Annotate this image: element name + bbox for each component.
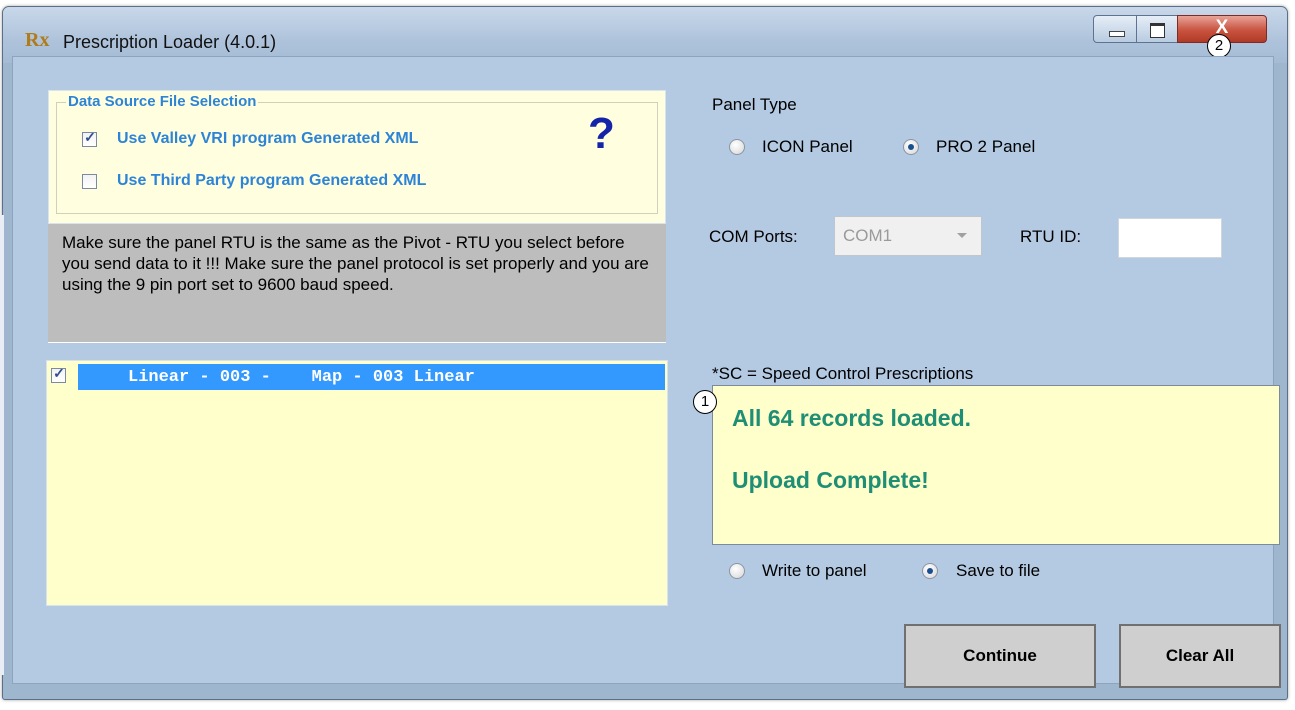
data-source-groupbox (56, 102, 658, 214)
icon-panel-radio[interactable] (729, 139, 745, 155)
list-item-checkbox[interactable]: ✓ (51, 365, 66, 383)
third-party-checkbox[interactable] (82, 174, 97, 189)
window-edge-highlight (0, 215, 4, 675)
vri-option-label[interactable]: Use Valley VRI program Generated XML (117, 130, 418, 148)
sc-note: *SC = Speed Control Prescriptions (712, 364, 974, 383)
clear-all-button[interactable]: Clear All (1119, 624, 1281, 688)
callout-1: 1 (693, 390, 717, 414)
rtu-id-input[interactable] (1118, 218, 1222, 258)
checkmark-icon: ✓ (84, 129, 96, 145)
rtu-id-label: RTU ID: (1020, 227, 1082, 246)
data-source-legend: Data Source File Selection (66, 93, 259, 110)
status-upload-complete: Upload Complete! (732, 467, 929, 493)
com-ports-dropdown[interactable]: COM1 (834, 216, 982, 256)
minimize-button[interactable] (1093, 15, 1137, 43)
status-records-loaded: All 64 records loaded. (732, 405, 972, 431)
title-bar[interactable]: Rx Prescription Loader (4.0.1) X (3, 7, 1287, 63)
warning-text: Make sure the panel RTU is the same as t… (62, 233, 649, 294)
callout-2: 2 (1207, 34, 1231, 58)
list-item-label[interactable]: Linear - 003 - Map - 003 Linear (128, 368, 475, 387)
write-to-panel-radio[interactable] (729, 563, 745, 579)
maximize-icon (1150, 23, 1165, 38)
third-party-option-label[interactable]: Use Third Party program Generated XML (117, 172, 426, 190)
minimize-icon (1109, 31, 1125, 37)
pro2-panel-label[interactable]: PRO 2 Panel (936, 137, 1035, 157)
save-to-file-label[interactable]: Save to file (956, 561, 1040, 581)
panel-type-label: Panel Type (712, 95, 797, 114)
pro2-panel-radio[interactable] (903, 139, 919, 155)
chevron-down-icon (957, 233, 967, 238)
maximize-button[interactable] (1136, 15, 1178, 43)
write-to-panel-label[interactable]: Write to panel (762, 561, 867, 581)
checkmark-icon: ✓ (53, 365, 65, 381)
window-title: Prescription Loader (4.0.1) (63, 32, 277, 52)
continue-button[interactable]: Continue (904, 624, 1096, 688)
help-question-icon[interactable]: ? (588, 112, 615, 156)
rx-app-icon: Rx (25, 29, 50, 51)
prescription-listbox[interactable] (46, 360, 668, 606)
com-ports-label: COM Ports: (709, 227, 798, 246)
save-to-file-radio[interactable] (922, 563, 938, 579)
vri-checkbox[interactable]: ✓ (82, 129, 97, 147)
com-ports-value: COM1 (843, 226, 893, 245)
icon-panel-label[interactable]: ICON Panel (762, 137, 853, 157)
